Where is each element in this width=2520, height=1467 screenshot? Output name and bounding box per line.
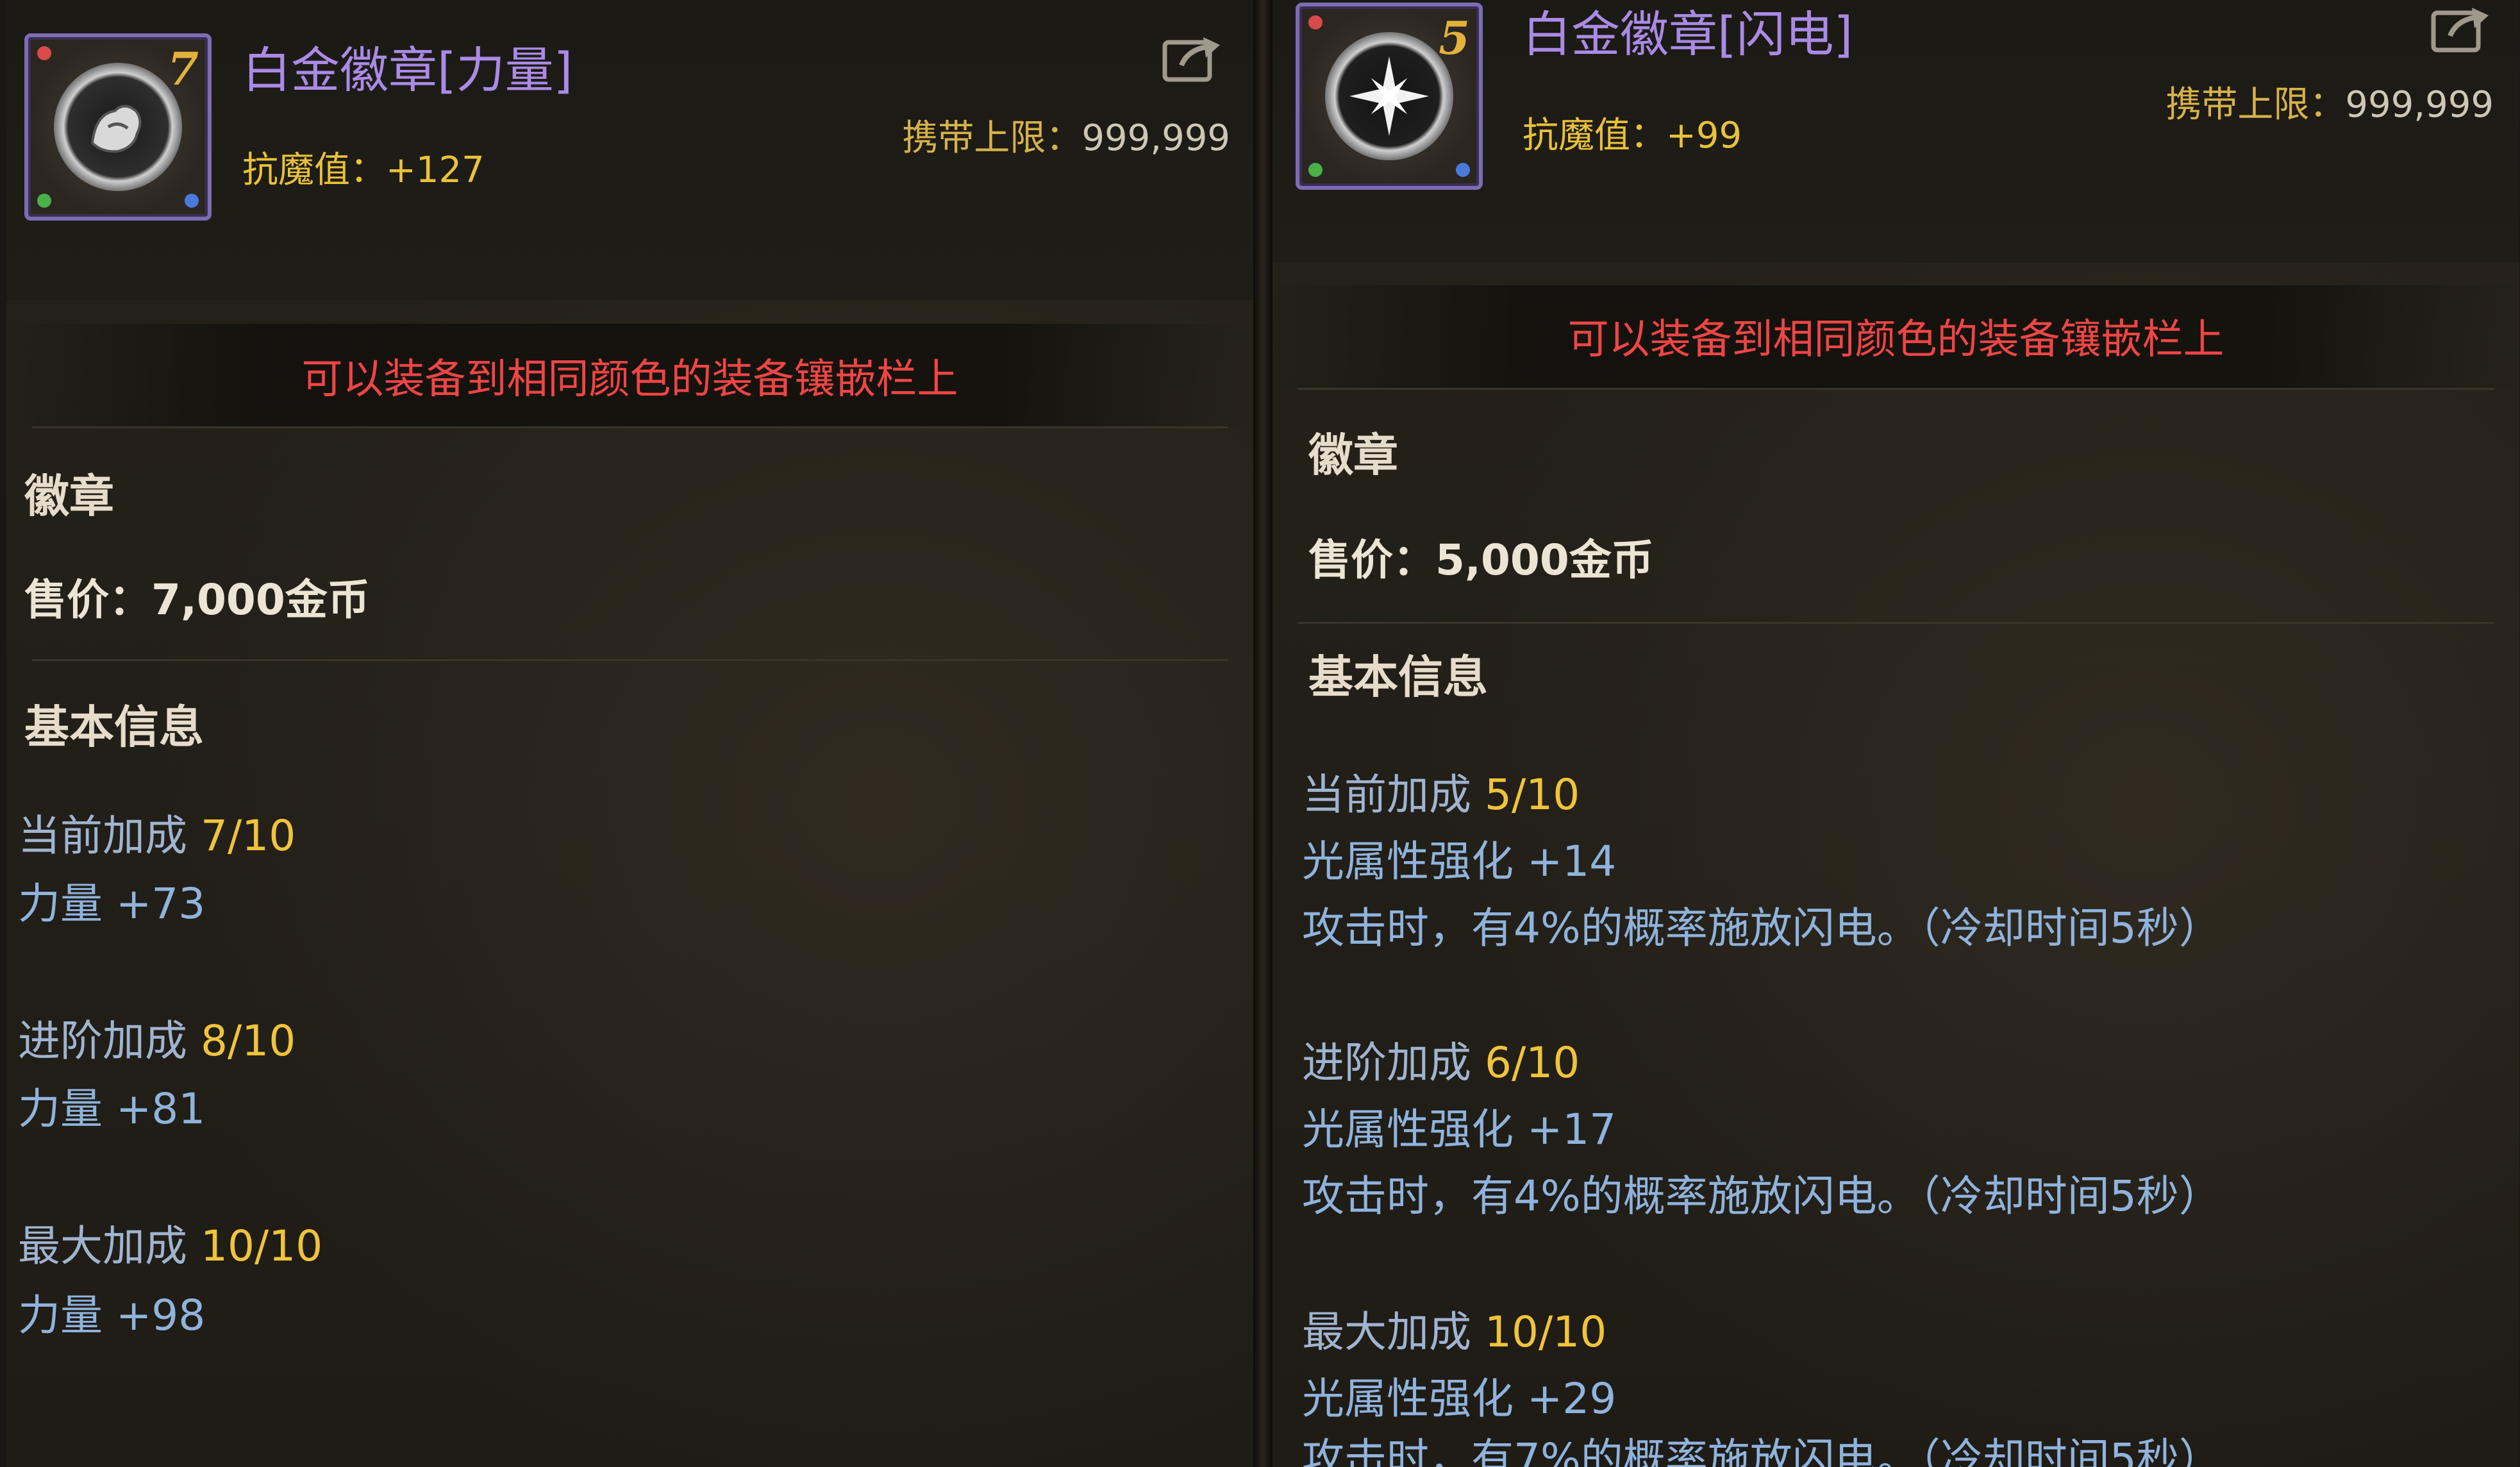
- badge-level: 7: [167, 42, 199, 96]
- bonus-advance-stat: 光属性强化 +17: [1302, 1105, 1617, 1154]
- bonus-current-header: 当前加成 5/10: [1302, 760, 1580, 822]
- sell-price: 售价：5,000金币: [1308, 535, 1654, 585]
- bonus-max-header: 最大加成 10/10: [1302, 1298, 1606, 1359]
- bonus-current-stat: 光属性强化 +14: [1302, 837, 1617, 886]
- separator: [32, 426, 1228, 428]
- bonus-fraction: 7/10: [200, 811, 296, 860]
- separator: [32, 659, 1228, 661]
- bonus-advance-header: 进阶加成 6/10: [1302, 1028, 1580, 1090]
- bonus-label: 当前加成: [18, 811, 187, 860]
- share-icon[interactable]: [2430, 3, 2494, 54]
- item-title: 白金徽章[闪电]: [1523, 6, 1853, 63]
- bonus-current-effect: 攻击时，有4%的概率施放闪电。（冷却时间5秒）: [1302, 903, 2221, 953]
- bonus-fraction: 5/10: [1484, 770, 1580, 819]
- bonus-fraction: 6/10: [1484, 1038, 1580, 1087]
- bonus-current-stat: 力量 +73: [18, 879, 206, 928]
- bonus-fraction: 10/10: [200, 1221, 323, 1271]
- fist-badge-icon: 7: [24, 33, 212, 221]
- bonus-advance-header: 进阶加成 8/10: [18, 1007, 296, 1068]
- bonus-max-stat: 力量 +98: [18, 1291, 206, 1340]
- equip-notice: 可以装备到相同颜色的装备镶嵌栏上: [1567, 316, 2224, 364]
- star-badge-icon: 5: [1296, 3, 1483, 190]
- bonus-fraction: 8/10: [200, 1016, 296, 1066]
- sell-price: 售价：7,000金币: [24, 575, 370, 625]
- resist-value: 抗魔值：+99: [1523, 115, 1742, 156]
- bonus-max-effect: 攻击时，有7%的概率施放闪电。（冷却时间5秒）: [1302, 1434, 2221, 1467]
- carry-limit-value: 999,999: [2345, 84, 2494, 126]
- section-basic-info: 基本信息: [24, 701, 204, 753]
- carry-limit-label: 携带上限：: [902, 117, 1082, 159]
- bonus-label: 进阶加成: [1302, 1038, 1471, 1087]
- bonus-current-header: 当前加成 7/10: [18, 801, 296, 863]
- item-title: 白金徽章[力量]: [242, 42, 573, 99]
- resist-value: 抗魔值：+127: [242, 149, 485, 191]
- bonus-label: 最大加成: [1302, 1307, 1471, 1357]
- separator: [1298, 622, 2494, 624]
- carry-limit-label: 携带上限：: [2165, 84, 2346, 126]
- share-icon[interactable]: [1161, 32, 1225, 83]
- item-type: 徽章: [24, 470, 114, 523]
- bonus-advance-effect: 攻击时，有4%的概率施放闪电。（冷却时间5秒）: [1302, 1171, 2221, 1221]
- bonus-max-header: 最大加成 10/10: [18, 1212, 322, 1273]
- badge-tooltip-strength: 7 白金徽章[力量] 抗魔值：+127 携带上限：999,999 可以装备到相同…: [6, 0, 1253, 1467]
- equip-notice: 可以装备到相同颜色的装备镶嵌栏上: [301, 356, 958, 403]
- panel-divider: [1253, 0, 1273, 1467]
- bonus-fraction: 10/10: [1484, 1307, 1607, 1357]
- carry-limit: 携带上限：999,999: [902, 109, 1230, 161]
- bonus-advance-stat: 力量 +81: [18, 1084, 206, 1134]
- carry-limit-value: 999,999: [1081, 117, 1230, 159]
- badge-level: 5: [1439, 12, 1470, 65]
- bonus-label: 最大加成: [18, 1221, 187, 1271]
- separator: [1298, 388, 2494, 390]
- bonus-max-stat: 光属性强化 +29: [1302, 1374, 1617, 1423]
- bonus-label: 进阶加成: [18, 1016, 187, 1066]
- badge-tooltip-lightning: 5 白金徽章[闪电] 抗魔值：+99 携带上限：999,999 可以装备到相同颜…: [1273, 0, 2519, 1467]
- item-type: 徽章: [1308, 429, 1398, 482]
- bonus-label: 当前加成: [1302, 770, 1471, 819]
- section-basic-info: 基本信息: [1308, 651, 1488, 703]
- carry-limit: 携带上限：999,999: [2165, 76, 2494, 128]
